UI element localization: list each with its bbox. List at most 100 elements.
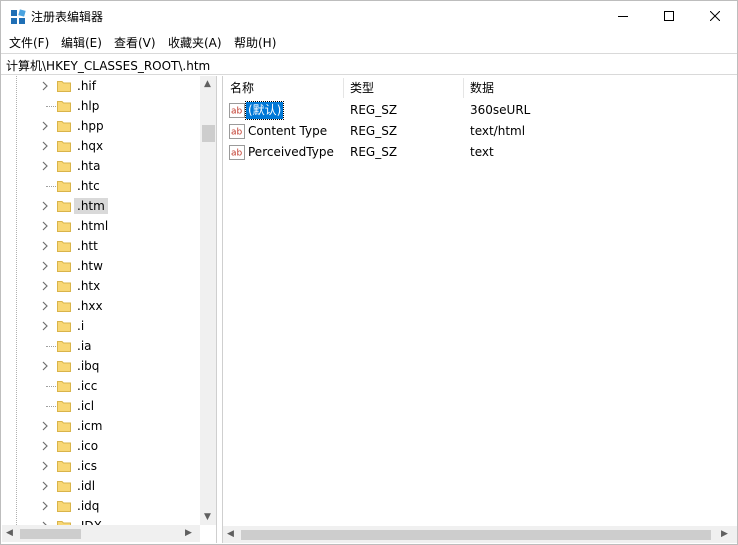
- tree-item[interactable]: .icm: [2, 416, 200, 436]
- tree-item[interactable]: .htt: [2, 236, 200, 256]
- tree-item[interactable]: .htm: [2, 196, 200, 216]
- key-tree-pane: .hif .hlp .hpp .hqx .hta .htc .htm .html .htt .ht…: [2, 76, 217, 543]
- scroll-left-icon[interactable]: ◀: [6, 528, 13, 538]
- tree-item[interactable]: .hta: [2, 156, 200, 176]
- chevron-right-icon[interactable]: [40, 441, 50, 451]
- values-pane: 名称 类型 数据 ab (默认) REG_SZ 360seURL ab Content T…: [222, 76, 737, 543]
- tree-item[interactable]: .hpp: [2, 116, 200, 136]
- svg-text:ab: ab: [231, 149, 243, 159]
- tree-item[interactable]: .IDX: [2, 516, 200, 525]
- value-name: (默认): [244, 101, 285, 120]
- tree-item[interactable]: .ics: [2, 456, 200, 476]
- folder-icon: [57, 181, 71, 192]
- window-title: 注册表编辑器: [31, 10, 104, 24]
- chevron-right-icon[interactable]: [40, 241, 50, 251]
- menu-help[interactable]: 帮助(H): [234, 34, 276, 51]
- tree-item[interactable]: .ico: [2, 436, 200, 456]
- chevron-right-icon[interactable]: [40, 301, 50, 311]
- tree-item-label: .hxx: [77, 299, 103, 313]
- tree-item[interactable]: .i: [2, 316, 200, 336]
- column-header-name[interactable]: 名称: [223, 76, 343, 100]
- folder-icon: [57, 261, 71, 272]
- chevron-right-icon[interactable]: [40, 221, 50, 231]
- svg-text:ab: ab: [231, 128, 243, 138]
- menu-edit[interactable]: 编辑(E): [61, 34, 102, 51]
- folder-icon: [57, 201, 71, 212]
- values-horizontal-scrollbar[interactable]: ◀ ▶: [223, 526, 737, 543]
- value-data: 360seURL: [470, 103, 531, 117]
- tree-item[interactable]: .htx: [2, 276, 200, 296]
- tree-item[interactable]: .hif: [2, 76, 200, 96]
- minimize-button[interactable]: [600, 1, 646, 31]
- tree-item[interactable]: .icc: [2, 376, 200, 396]
- chevron-right-icon[interactable]: [40, 361, 50, 371]
- tree-item[interactable]: .hxx: [2, 296, 200, 316]
- column-header-type[interactable]: 类型: [343, 76, 463, 100]
- chevron-right-icon[interactable]: [40, 141, 50, 151]
- menu-favorites[interactable]: 收藏夹(A): [168, 34, 222, 51]
- tree-item-label: .ics: [77, 459, 97, 473]
- folder-icon: [57, 101, 71, 112]
- tree-item[interactable]: .idl: [2, 476, 200, 496]
- chevron-right-icon[interactable]: [40, 281, 50, 291]
- scroll-up-icon[interactable]: ▲: [204, 79, 211, 89]
- scroll-down-icon[interactable]: ▼: [204, 512, 211, 522]
- tree-item-label: .ibq: [77, 359, 100, 373]
- chevron-right-icon[interactable]: [40, 461, 50, 471]
- chevron-right-icon[interactable]: [40, 161, 50, 171]
- chevron-right-icon[interactable]: [40, 81, 50, 91]
- tree-item-label: .hif: [77, 79, 96, 93]
- address-bar[interactable]: 计算机\HKEY_CLASSES_ROOT\.htm: [1, 53, 737, 75]
- value-row[interactable]: ab (默认) REG_SZ 360seURL: [223, 100, 737, 121]
- scroll-thumb[interactable]: [20, 529, 81, 539]
- tree-item[interactable]: .icl: [2, 396, 200, 416]
- scroll-thumb[interactable]: [202, 125, 215, 142]
- folder-icon: [57, 121, 71, 132]
- address-path[interactable]: 计算机\HKEY_CLASSES_ROOT\.htm: [6, 57, 210, 74]
- tree-item[interactable]: .ibq: [2, 356, 200, 376]
- tree-item-label: .htx: [77, 279, 101, 293]
- scroll-left-icon[interactable]: ◀: [227, 529, 234, 539]
- chevron-right-icon[interactable]: [40, 481, 50, 491]
- menu-view[interactable]: 查看(V): [114, 34, 156, 51]
- scroll-right-icon[interactable]: ▶: [721, 529, 728, 539]
- value-row[interactable]: ab Content Type REG_SZ text/html: [223, 121, 737, 142]
- chevron-right-icon[interactable]: [40, 501, 50, 511]
- folder-icon: [57, 81, 71, 92]
- tree-vertical-scrollbar[interactable]: ▲ ▼: [200, 76, 216, 525]
- tree-item[interactable]: .html: [2, 216, 200, 236]
- chevron-right-icon[interactable]: [40, 201, 50, 211]
- tree-item[interactable]: .ia: [2, 336, 200, 356]
- tree-item[interactable]: .htc: [2, 176, 200, 196]
- value-name: PerceivedType: [248, 145, 334, 159]
- menu-bar: 文件(F) 编辑(E) 查看(V) 收藏夹(A) 帮助(H): [1, 31, 737, 52]
- column-header-data[interactable]: 数据: [463, 76, 663, 100]
- tree-item-label: .icm: [77, 419, 103, 433]
- scroll-right-icon[interactable]: ▶: [185, 528, 192, 538]
- tree-item-label: .hta: [77, 159, 101, 173]
- chevron-right-icon[interactable]: [40, 261, 50, 271]
- tree-horizontal-scrollbar[interactable]: ◀ ▶: [2, 525, 200, 542]
- folder-icon: [57, 141, 71, 152]
- chevron-right-icon[interactable]: [40, 421, 50, 431]
- tree-item[interactable]: .htw: [2, 256, 200, 276]
- title-bar[interactable]: 注册表编辑器: [1, 1, 737, 31]
- tree-item[interactable]: .hqx: [2, 136, 200, 156]
- chevron-right-icon[interactable]: [40, 121, 50, 131]
- folder-icon: [57, 481, 71, 492]
- tree-item-label: .icc: [77, 379, 98, 393]
- scroll-thumb[interactable]: [241, 530, 711, 540]
- value-row[interactable]: ab PerceivedType REG_SZ text: [223, 142, 737, 163]
- folder-icon: [57, 241, 71, 252]
- tree-item[interactable]: .hlp: [2, 96, 200, 116]
- folder-icon: [57, 161, 71, 172]
- close-button[interactable]: [692, 1, 737, 31]
- maximize-button[interactable]: [646, 1, 692, 31]
- tree-connector: [46, 346, 56, 347]
- folder-icon: [57, 361, 71, 372]
- folder-icon: [57, 501, 71, 512]
- chevron-right-icon[interactable]: [40, 321, 50, 331]
- tree-item[interactable]: .idq: [2, 496, 200, 516]
- menu-file[interactable]: 文件(F): [9, 34, 49, 51]
- value-data: text/html: [470, 124, 526, 138]
